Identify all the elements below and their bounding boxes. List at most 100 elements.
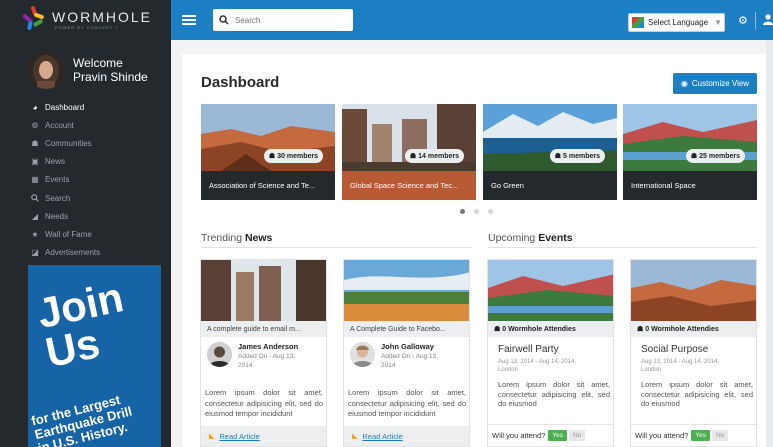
sidebar-nav: ◕ Dashboard ⚙ Account ☗ Communities ▣ Ne… (0, 98, 171, 262)
sidebar-item-account[interactable]: ⚙ Account (0, 116, 171, 134)
sidebar-item-needs[interactable]: ◢ Needs (0, 207, 171, 225)
news-image (201, 260, 326, 321)
user-icon[interactable] (763, 14, 773, 28)
megaphone-icon: ◢ (31, 211, 39, 221)
menu-toggle-icon[interactable] (182, 13, 196, 27)
top-bar: Select Language ▼ ⚙ (171, 0, 773, 40)
page-scrollbar[interactable] (766, 40, 773, 447)
search-icon (219, 15, 229, 25)
topbar-divider (755, 12, 756, 30)
event-image (488, 260, 613, 321)
users-icon: ☗ (268, 153, 278, 160)
carousel-dot[interactable] (474, 209, 479, 214)
sidebar-item-label: Communities (45, 138, 92, 148)
carousel-dot[interactable] (488, 209, 493, 214)
sidebar-item-label: Needs (45, 211, 69, 221)
read-article-link[interactable]: ◣ Read Article (344, 426, 469, 446)
ad-headline: Join Us (33, 273, 128, 377)
users-icon: ☗ (554, 153, 564, 160)
ad-icon: ◪ (31, 248, 39, 258)
sidebar-item-label: Events (45, 175, 70, 185)
news-card[interactable]: A complete guide to email m... James And… (200, 259, 327, 447)
attend-yes-button[interactable]: Yes (691, 430, 710, 441)
section-divider (488, 247, 757, 248)
star-icon: ★ (31, 229, 39, 239)
search-box[interactable] (213, 9, 353, 31)
sidebar-item-label: News (45, 157, 66, 167)
section-divider (201, 247, 471, 248)
customize-view-button[interactable]: ◉ Customize View (673, 73, 757, 94)
calendar-icon: ▦ (31, 175, 39, 185)
logo[interactable]: WORMHOLE POWER BY CONCEPT 7 (0, 0, 171, 40)
event-title[interactable]: Fairwell Party (498, 344, 559, 355)
event-card[interactable]: ☗ 0 Wormhole Attendies Social Purpose Au… (630, 259, 757, 447)
avatar[interactable] (27, 51, 65, 89)
news-excerpt: Lorem ipsum dolor sit amet, consectetur … (205, 388, 323, 418)
member-count-badge: ☗ 14 members (404, 149, 464, 163)
sidebar-item-label: Account (45, 120, 74, 130)
attend-no-button[interactable]: No (568, 430, 586, 441)
page-title: Dashboard (201, 74, 280, 91)
read-article-link[interactable]: ◣ Read Article (201, 426, 326, 446)
sidebar-item-events[interactable]: ▦ Events (0, 171, 171, 189)
sidebar-item-news[interactable]: ▣ News (0, 153, 171, 171)
event-attendees: ☗ 0 Wormhole Attendies (488, 321, 613, 337)
logo-subtext: POWER BY CONCEPT 7 (55, 25, 119, 30)
sidebar-item-label: Search (45, 193, 71, 203)
trending-news-heading: Trending News (201, 232, 273, 244)
member-count-badge: ☗ 5 members (549, 149, 605, 163)
sidebar-item-communities[interactable]: ☗ Communities (0, 134, 171, 152)
cogs-icon: ⚙ (31, 120, 39, 130)
carousel-dots (460, 209, 502, 214)
event-title[interactable]: Social Purpose (641, 344, 708, 355)
sidebar-item-search[interactable]: Search (0, 189, 171, 207)
communities-carousel: ☗ 30 members Association of Science and … (201, 104, 757, 200)
welcome-label: Welcome (73, 56, 123, 70)
translate-icon (632, 17, 644, 28)
newspaper-icon: ▣ (31, 157, 39, 167)
event-card[interactable]: ☗ 0 Wormhole Attendies Fairwell Party Au… (487, 259, 614, 447)
sidebar: WORMHOLE POWER BY CONCEPT 7 Welcome Prav… (0, 0, 171, 447)
gear-icon[interactable]: ⚙ (738, 14, 748, 27)
news-card[interactable]: A Complete Guide to Facebo... John Gallo… (343, 259, 470, 447)
community-name: International Space (623, 171, 757, 200)
community-card[interactable]: ☗ 5 members Go Green (483, 104, 617, 200)
author-name[interactable]: John Galloway (381, 342, 438, 352)
ad-text: for the Largest Earthquake Drill in U.S.… (29, 392, 134, 447)
sidebar-item-label: Dashboard (45, 102, 85, 112)
main-content: Dashboard ◉ Customize View ☗ 30 members … (182, 54, 766, 447)
language-select[interactable]: Select Language ▼ (628, 13, 725, 32)
news-excerpt: Lorem ipsum dolor sit amet, consectetur … (348, 388, 466, 418)
news-title: A complete guide to email m... (201, 321, 326, 337)
search-input[interactable] (235, 15, 335, 25)
users-icon: ☗ (690, 153, 700, 160)
news-author: John Galloway Added On - Aug 13, 2014 (350, 342, 438, 371)
rss-icon: ◣ (352, 433, 358, 440)
eye-icon: ◉ (680, 79, 688, 88)
member-count-badge: ☗ 25 members (685, 149, 745, 163)
event-image (631, 260, 756, 321)
wormhole-logo-icon (21, 5, 46, 32)
community-name: Global Space Science and Tec... (342, 171, 476, 200)
author-avatar (350, 342, 375, 367)
logo-text: WORMHOLE (52, 9, 152, 25)
attend-prompt: Will you attend? Yes No (488, 424, 613, 446)
author-avatar (207, 342, 232, 367)
user-profile: Welcome Pravin Shinde (0, 40, 171, 92)
advertisement-banner[interactable]: Join Us for the Largest Earthquake Drill… (28, 265, 161, 447)
sidebar-item-dashboard[interactable]: ◕ Dashboard (0, 98, 171, 116)
carousel-dot[interactable] (460, 209, 465, 214)
community-card[interactable]: ☗ 30 members Association of Science and … (201, 104, 335, 200)
event-description: Lorem ipsum dolor sit amet, consectetur … (641, 380, 753, 408)
attend-no-button[interactable]: No (711, 430, 729, 441)
sidebar-item-advertisements[interactable]: ◪ Advertisements (0, 244, 171, 262)
community-card[interactable]: ☗ 25 members International Space (623, 104, 757, 200)
news-image (344, 260, 469, 321)
rss-icon: ◣ (209, 433, 215, 440)
attend-yes-button[interactable]: Yes (548, 430, 567, 441)
community-card[interactable]: ☗ 14 members Global Space Science and Te… (342, 104, 476, 200)
news-author: James Anderson Added On - Aug 13, 2014 (207, 342, 298, 371)
users-icon: ☗ (637, 326, 646, 333)
author-name[interactable]: James Anderson (238, 342, 298, 352)
sidebar-item-wall-of-fame[interactable]: ★ Wall of Fame (0, 225, 171, 243)
